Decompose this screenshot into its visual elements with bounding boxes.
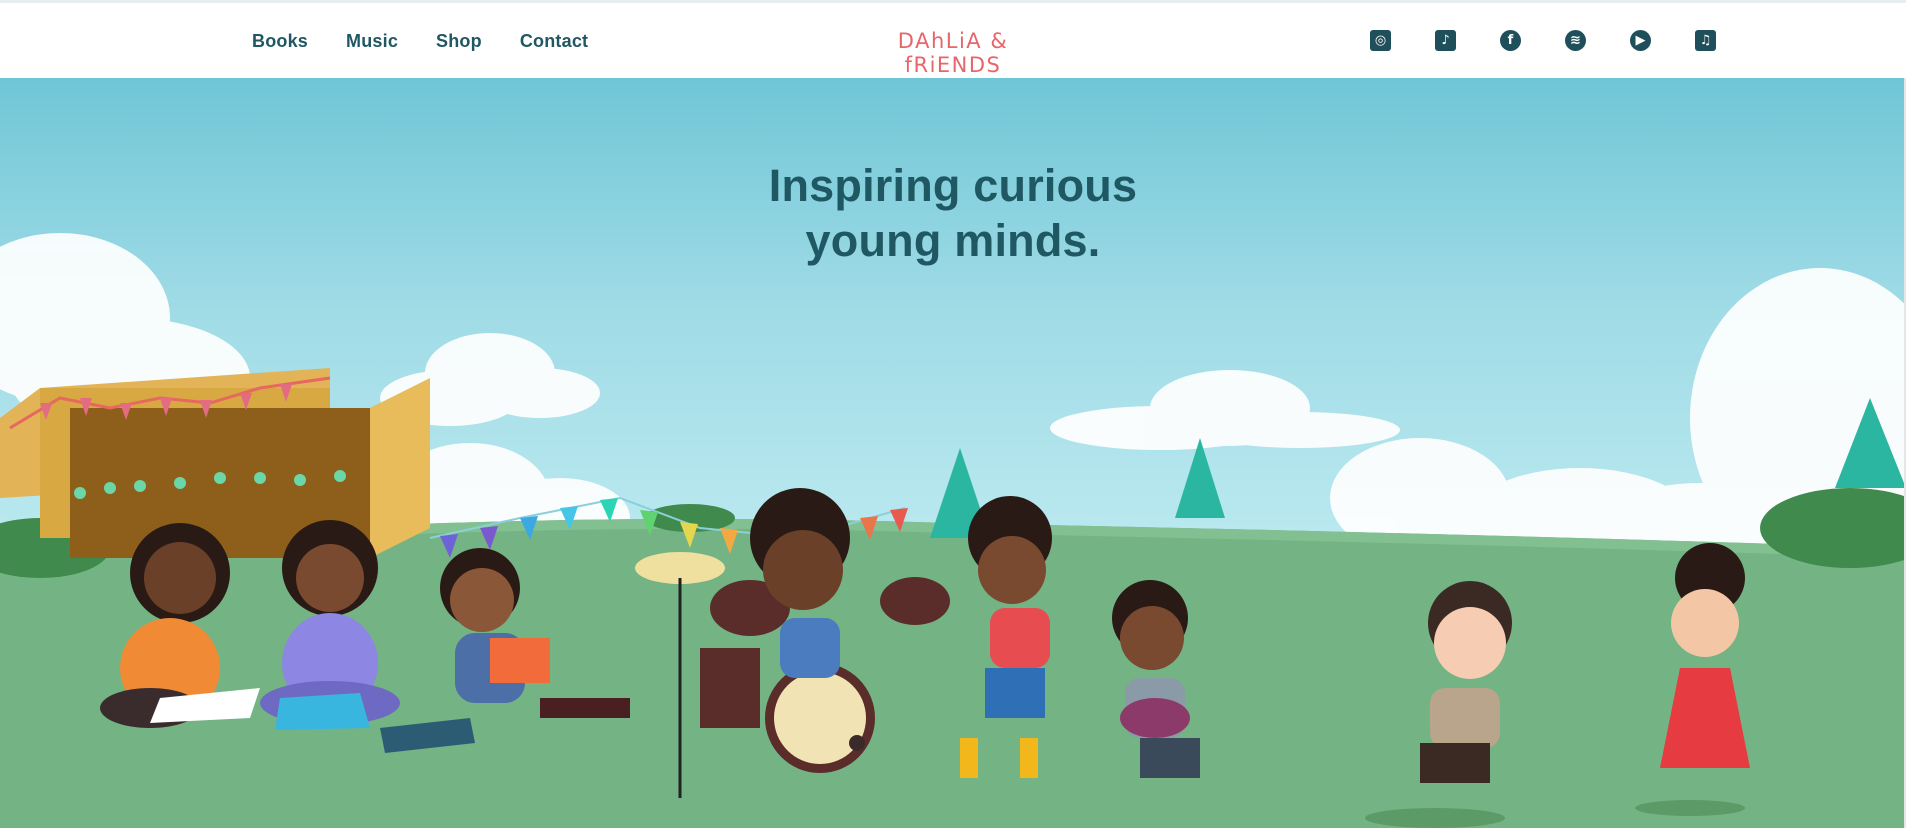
site-logo[interactable]: DAhLiA & fRiENDS: [867, 29, 1039, 77]
facebook-icon[interactable]: f: [1500, 30, 1521, 51]
instagram-icon[interactable]: ◎: [1370, 30, 1391, 51]
apple-music-icon[interactable]: ♫: [1695, 30, 1716, 51]
tiktok-icon[interactable]: ♪: [1435, 30, 1456, 51]
main-nav: Books Music Shop Contact: [252, 31, 588, 52]
nav-shop-link[interactable]: Shop: [436, 31, 482, 52]
site-header: Books Music Shop Contact DAhLiA & fRiEND…: [0, 0, 1906, 78]
tent: [0, 368, 430, 558]
youtube-icon[interactable]: ▶: [1630, 30, 1651, 51]
social-links: ◎ ♪ f ≋ ▶ ♫: [1370, 30, 1716, 51]
nav-books-link[interactable]: Books: [252, 31, 308, 52]
hero-headline: Inspiring curious young minds.: [0, 158, 1906, 268]
nav-music-link[interactable]: Music: [346, 31, 398, 52]
hero-section: Inspiring curious young minds.: [0, 78, 1906, 828]
nav-contact-link[interactable]: Contact: [520, 31, 588, 52]
hero-headline-line-1: Inspiring curious: [768, 160, 1138, 211]
spotify-icon[interactable]: ≋: [1565, 30, 1586, 51]
hero-headline-line-2: young minds.: [805, 215, 1101, 266]
